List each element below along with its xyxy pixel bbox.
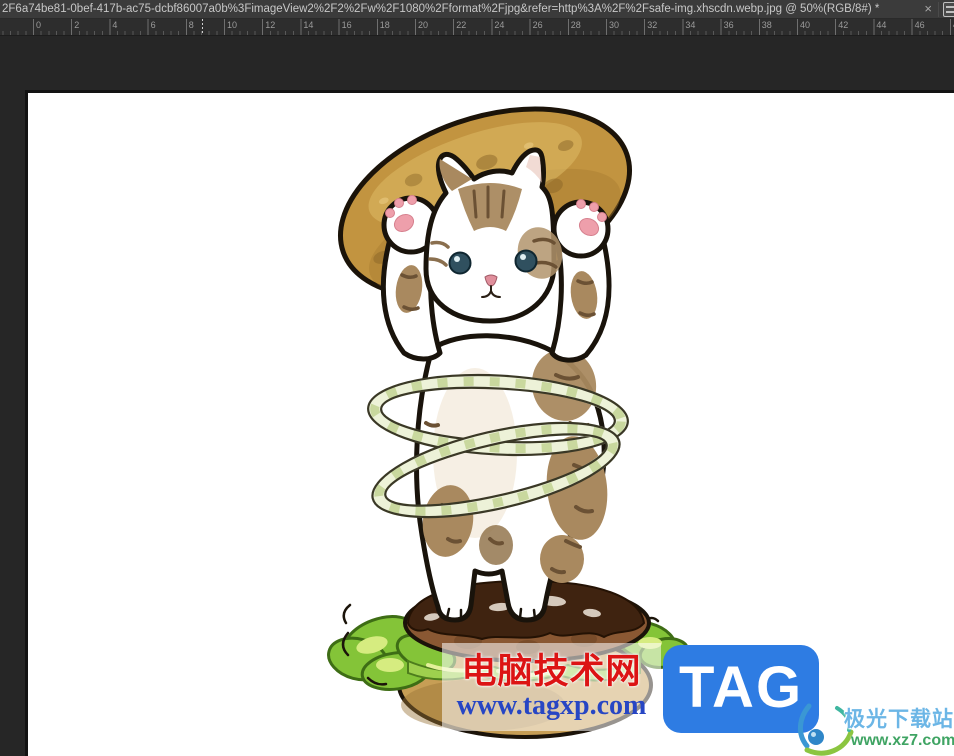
ruler-unit-label: 18: [379, 20, 390, 30]
panel-thumbnail-icon[interactable]: [943, 2, 954, 17]
ruler-unit-label: 2: [74, 20, 80, 30]
ruler-unit-label: 20: [418, 20, 429, 30]
ruler-unit-label: 30: [609, 20, 620, 30]
ruler-unit-label: 8: [188, 20, 194, 30]
ruler-unit-label: 4: [112, 20, 118, 30]
horizontal-ruler: 0 2 4 6 8 10 12 14 16 18 20 22 24 26 28 30 32 34 36 38 40 42 4…: [0, 19, 954, 36]
photoshop-window: 2F6a74be81-0bef-417b-ac75-dcbf86007a0b%3…: [0, 0, 954, 756]
document-tab[interactable]: 2F6a74be81-0bef-417b-ac75-dcbf86007a0b%3…: [2, 0, 914, 19]
ruler-unit-label: 40: [800, 20, 811, 30]
close-tab-icon[interactable]: ×: [924, 0, 932, 19]
ruler-unit-label: 34: [685, 20, 696, 30]
ruler-unit-label: 6: [150, 20, 156, 30]
xz7-site-url: www.xz7.com: [851, 732, 954, 749]
ruler-unit-label: 10: [227, 20, 238, 30]
ruler-unit-label: 44: [876, 20, 887, 30]
xz7-site-name: 极光下载站: [844, 708, 954, 731]
ruler-unit-label: 26: [532, 20, 543, 30]
tabbar-divider: [938, 2, 939, 17]
ruler-unit-label: 46: [914, 20, 925, 30]
document-tab-bar: 2F6a74be81-0bef-417b-ac75-dcbf86007a0b%3…: [0, 0, 954, 19]
ruler-cursor-indicator: [202, 19, 203, 35]
ruler-unit-label: 38: [761, 20, 772, 30]
xz7-watermark: 极光下载站 www.xz7.com: [795, 700, 954, 756]
tagxp-site-url: www.tagxp.com: [456, 690, 647, 721]
ruler-unit-label: 12: [265, 20, 276, 30]
ruler-unit-label: 24: [494, 20, 505, 30]
ruler-unit-label: 14: [303, 20, 314, 30]
ruler-unit-label: 28: [570, 20, 581, 30]
tagxp-site-name: 电脑技术网: [461, 652, 642, 691]
ruler-unit-label: 22: [456, 20, 467, 30]
tagxp-watermark: 电脑技术网 www.tagxp.com: [442, 643, 661, 731]
ruler-unit-label: 36: [723, 20, 734, 30]
ruler-unit-label: 0: [36, 20, 42, 30]
tag-badge-text: TAG: [678, 654, 804, 720]
ruler-unit-label: 32: [647, 20, 658, 30]
ruler-unit-label: 42: [838, 20, 849, 30]
ruler-unit-label: 16: [341, 20, 352, 30]
